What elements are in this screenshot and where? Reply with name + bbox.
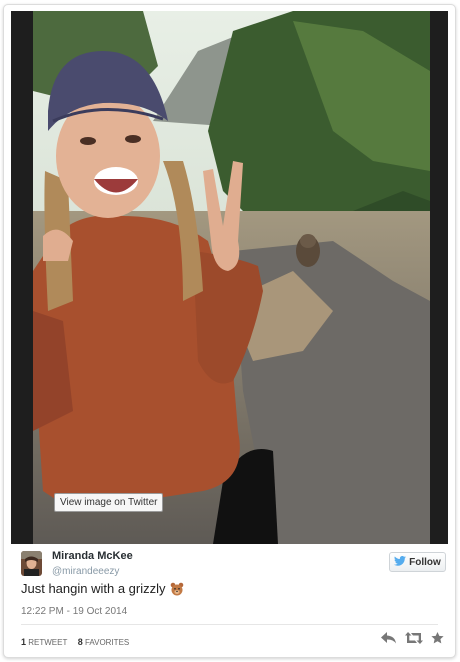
tweet-photo[interactable] xyxy=(33,11,430,544)
favorite-label[interactable]: FAVORITES xyxy=(85,638,129,647)
tweet-stats: 1 RETWEET 8 FAVORITES xyxy=(21,637,129,647)
favorite-count[interactable]: 8 xyxy=(78,637,83,647)
star-icon[interactable] xyxy=(431,632,444,644)
view-image-on-twitter-link[interactable]: View image on Twitter xyxy=(54,493,164,512)
retweet-icon[interactable] xyxy=(405,632,423,644)
tweet-timestamp[interactable]: 12:22 PM - 19 Oct 2014 xyxy=(21,606,127,617)
tweet-footer: Miranda McKee @mirandeeezy Follow Just h… xyxy=(11,544,448,652)
avatar[interactable] xyxy=(21,551,42,576)
tweet-actions xyxy=(381,632,444,644)
retweet-count[interactable]: 1 xyxy=(21,637,26,647)
follow-button[interactable]: Follow xyxy=(389,552,446,572)
author-name[interactable]: Miranda McKee xyxy=(52,550,133,562)
twitter-bird-icon xyxy=(394,555,407,569)
bear-face-icon xyxy=(170,582,184,599)
follow-label: Follow xyxy=(409,556,441,568)
tweet-media[interactable]: View image on Twitter xyxy=(11,11,448,544)
tweet-text-body: Just hangin with a grizzly xyxy=(21,581,166,596)
author-handle[interactable]: @mirandeeezy xyxy=(52,566,119,577)
embedded-tweet-card: View image on Twitter Miranda McKee @mir… xyxy=(3,4,456,658)
footer-divider xyxy=(21,624,438,625)
tweet-text: Just hangin with a grizzly xyxy=(21,581,184,599)
retweet-label[interactable]: RETWEET xyxy=(28,638,67,647)
reply-icon[interactable] xyxy=(381,632,397,644)
